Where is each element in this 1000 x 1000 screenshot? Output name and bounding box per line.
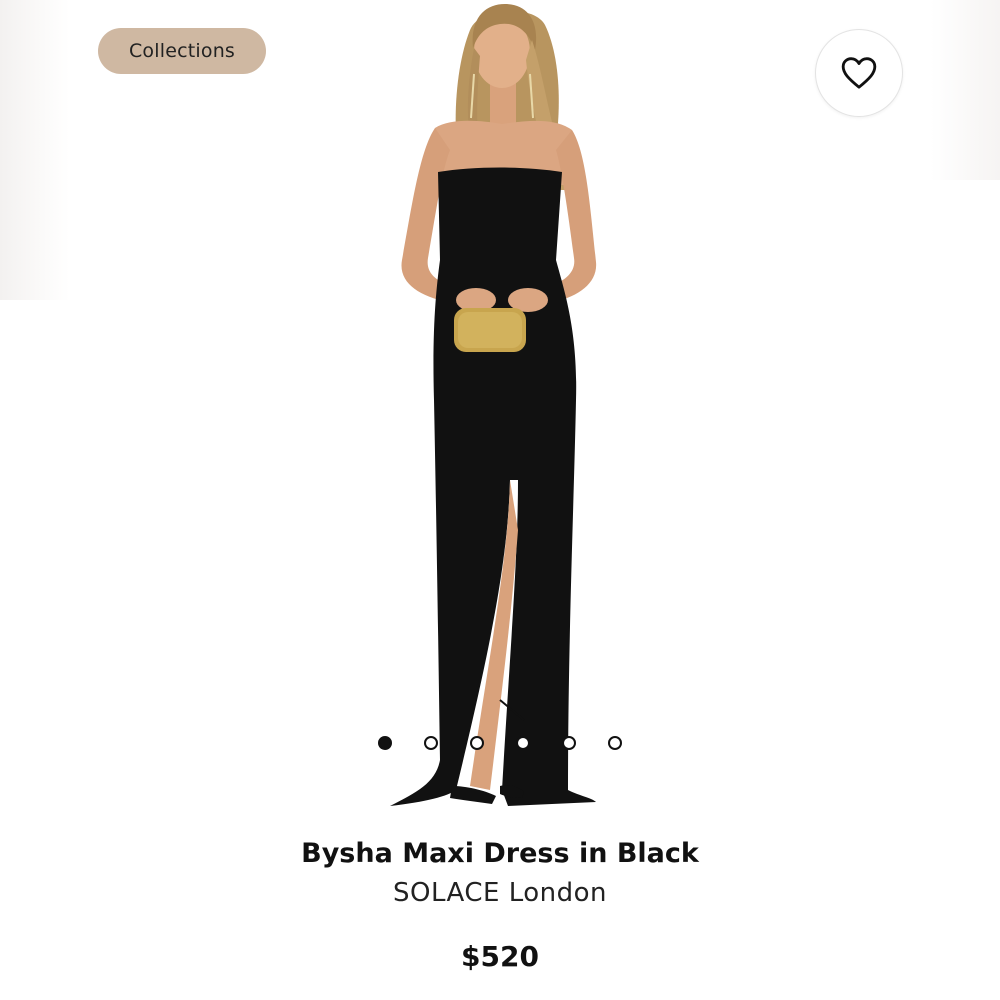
collections-button[interactable]: Collections bbox=[98, 28, 266, 74]
product-image[interactable] bbox=[340, 0, 660, 822]
pagination-dot[interactable] bbox=[378, 736, 392, 750]
pagination-dot[interactable] bbox=[516, 736, 530, 750]
favorite-button[interactable] bbox=[815, 29, 903, 117]
pagination-dot[interactable] bbox=[424, 736, 438, 750]
adjacent-card-edge-left bbox=[0, 0, 70, 300]
heart-icon bbox=[841, 57, 877, 89]
adjacent-card-edge-right bbox=[930, 0, 1000, 180]
pagination-dot[interactable] bbox=[470, 736, 484, 750]
image-pagination bbox=[0, 736, 1000, 750]
pagination-dot[interactable] bbox=[562, 736, 576, 750]
product-price: $520 bbox=[461, 940, 539, 973]
collections-label: Collections bbox=[128, 40, 236, 62]
pagination-dot[interactable] bbox=[608, 736, 622, 750]
product-title: Bysha Maxi Dress in Black bbox=[301, 838, 699, 869]
product-brand[interactable]: SOLACE London bbox=[0, 878, 1000, 908]
